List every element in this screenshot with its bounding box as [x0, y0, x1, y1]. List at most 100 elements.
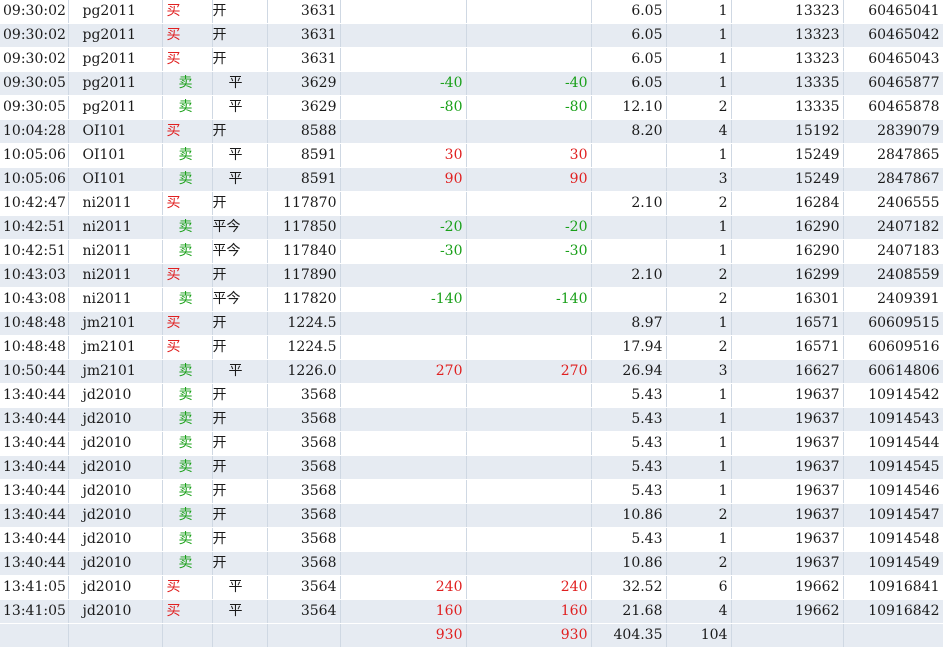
table-row[interactable]: 10:48:48 jm2101 买开 1224.5 8.97 1 16571 60609515	[0, 311, 943, 336]
contract-cell: jd2010	[68, 479, 163, 504]
quantity-cell: 1	[666, 215, 732, 240]
order-id-cell: 13323	[731, 47, 844, 72]
table-row[interactable]: 13:40:44 jd2010 卖开 3568 5.43 1 19637 10914548	[0, 527, 943, 552]
offset-cell: 开	[212, 551, 268, 576]
close-profit-cell: -30	[340, 239, 467, 264]
trade-time-cell: 13:41:05	[0, 575, 69, 600]
close-profit-cell	[340, 191, 467, 216]
table-row[interactable]: 13:40:44 jd2010 卖开 3568 5.43 1 19637 10914545	[0, 455, 943, 480]
trade-time-cell: 10:50:44	[0, 359, 69, 384]
profit-cell	[466, 263, 592, 288]
fee-cell: 21.68	[591, 599, 667, 624]
trade-time-cell: 09:30:02	[0, 23, 69, 48]
table-row[interactable]: 10:42:47 ni2011 买开 117870 2.10 2 16284 2406555	[0, 191, 943, 216]
price-cell: 117890	[267, 263, 341, 288]
quantity-cell: 1	[666, 407, 732, 432]
table-row[interactable]: 09:30:02 pg2011 买开 3631 6.05 1 13323 60465041	[0, 0, 943, 24]
contract-cell: OI101	[68, 119, 163, 144]
table-row[interactable]: 10:43:03 ni2011 买开 117890 2.10 2 16299 2408559	[0, 263, 943, 288]
table-row[interactable]: 13:40:44 jd2010 卖开 3568 10.86 2 19637 10914547	[0, 503, 943, 528]
profit-cell	[466, 47, 592, 72]
fee-cell: 26.94	[591, 359, 667, 384]
trade-id-cell: 2408559	[843, 263, 943, 288]
direction-cell: 卖	[162, 167, 213, 192]
order-id-cell: 16627	[731, 359, 844, 384]
trade-time-cell: 13:40:44	[0, 551, 69, 576]
profit-cell	[466, 191, 592, 216]
contract-cell: jd2010	[68, 599, 163, 624]
profit-cell: -40	[466, 71, 592, 96]
table-row[interactable]: 10:50:44 jm2101 卖平 1226.0 270 270 26.94 3 16627 6…	[0, 359, 943, 384]
table-row[interactable]: 13:40:44 jd2010 卖开 3568 5.43 1 19637 10914546	[0, 479, 943, 504]
offset-cell: 开	[212, 503, 268, 528]
profit-cell: -140	[466, 287, 592, 312]
close-profit-cell	[340, 311, 467, 336]
trade-id-cell: 10914543	[843, 407, 943, 432]
table-row[interactable]: 10:43:08 ni2011 卖平今 117820 -140 -140 2 16301 240…	[0, 287, 943, 312]
price-cell: 1226.0	[267, 359, 341, 384]
table-row[interactable]: 10:48:48 jm2101 买开 1224.5 17.94 2 16571 6060951…	[0, 335, 943, 360]
price-cell: 117850	[267, 215, 341, 240]
table-row[interactable]: 13:40:44 jd2010 卖开 3568 10.86 2 19637 10914549	[0, 551, 943, 576]
quantity-cell: 1	[666, 0, 732, 24]
trade-id-cell: 10916842	[843, 599, 943, 624]
trade-time-cell: 10:43:03	[0, 263, 69, 288]
price-cell: 1224.5	[267, 335, 341, 360]
price-cell: 3631	[267, 47, 341, 72]
trade-time-cell: 10:04:28	[0, 119, 69, 144]
trade-time-cell: 13:40:44	[0, 527, 69, 552]
table-row[interactable]: 13:41:05 jd2010 买平 3564 160 160 21.68 4 19662 109…	[0, 599, 943, 624]
table-row[interactable]: 10:05:06 OI101 卖平 8591 30 30 1 15249 2847865	[0, 143, 943, 168]
table-row[interactable]: 13:40:44 jd2010 卖开 3568 5.43 1 19637 10914542	[0, 383, 943, 408]
close-profit-cell	[340, 119, 467, 144]
offset-cell: 开	[212, 263, 268, 288]
table-row[interactable]: 09:30:02 pg2011 买开 3631 6.05 1 13323 60465042	[0, 23, 943, 48]
close-profit-cell: 30	[340, 143, 467, 168]
profit-cell	[466, 119, 592, 144]
price-cell: 8591	[267, 167, 341, 192]
contract-cell: pg2011	[68, 0, 163, 24]
table-row[interactable]: 09:30:05 pg2011 卖平 3629 -80 -80 12.10 2 13335 604…	[0, 95, 943, 120]
trade-id-cell: 10916841	[843, 575, 943, 600]
direction-cell: 买	[162, 0, 213, 24]
table-row[interactable]: 10:42:51 ni2011 卖平今 117840 -30 -30 1 16290 24071…	[0, 239, 943, 264]
table-row[interactable]: 10:05:06 OI101 卖平 8591 90 90 3 15249 2847867	[0, 167, 943, 192]
trade-time-cell: 10:42:47	[0, 191, 69, 216]
price-cell: 8591	[267, 143, 341, 168]
direction-cell: 卖	[162, 407, 213, 432]
close-profit-cell	[340, 47, 467, 72]
price-cell: 3568	[267, 503, 341, 528]
table-row[interactable]: 09:30:02 pg2011 买开 3631 6.05 1 13323 60465043	[0, 47, 943, 72]
table-row[interactable]: 13:41:05 jd2010 买平 3564 240 240 32.52 6 19662 109…	[0, 575, 943, 600]
price-cell: 3568	[267, 551, 341, 576]
fee-cell: 12.10	[591, 95, 667, 120]
quantity-cell: 1	[666, 311, 732, 336]
table-row[interactable]: 10:42:51 ni2011 卖平今 117850 -20 -20 1 16290 24071…	[0, 215, 943, 240]
order-id-cell: 16571	[731, 311, 844, 336]
direction-cell: 卖	[162, 287, 213, 312]
offset-cell: 平今	[212, 239, 268, 264]
direction-cell: 买	[162, 575, 213, 600]
fee-cell: 5.43	[591, 479, 667, 504]
table-row[interactable]: 13:40:44 jd2010 卖开 3568 5.43 1 19637 10914543	[0, 407, 943, 432]
table-row[interactable]: 10:04:28 OI101 买开 8588 8.20 4 15192 2839079	[0, 119, 943, 144]
quantity-cell: 2	[666, 95, 732, 120]
direction-cell: 买	[162, 599, 213, 624]
close-profit-cell: 270	[340, 359, 467, 384]
table-row[interactable]: 13:40:44 jd2010 卖开 3568 5.43 1 19637 10914544	[0, 431, 943, 456]
trade-id-cell: 10914544	[843, 431, 943, 456]
direction-cell: 卖	[162, 455, 213, 480]
trade-id-cell: 10914545	[843, 455, 943, 480]
close-profit-cell	[340, 551, 467, 576]
fee-cell: 32.52	[591, 575, 667, 600]
trade-id-cell: 10914549	[843, 551, 943, 576]
trade-id-cell: 60609516	[843, 335, 943, 360]
quantity-cell: 2	[666, 191, 732, 216]
profit-cell	[466, 0, 592, 24]
trade-time-cell: 13:40:44	[0, 479, 69, 504]
table-row[interactable]: 09:30:05 pg2011 卖平 3629 -40 -40 6.05 1 13335 6046…	[0, 71, 943, 96]
fee-cell: 8.20	[591, 119, 667, 144]
direction-cell: 卖	[162, 479, 213, 504]
profit-cell: 30	[466, 143, 592, 168]
quantity-cell: 1	[666, 71, 732, 96]
